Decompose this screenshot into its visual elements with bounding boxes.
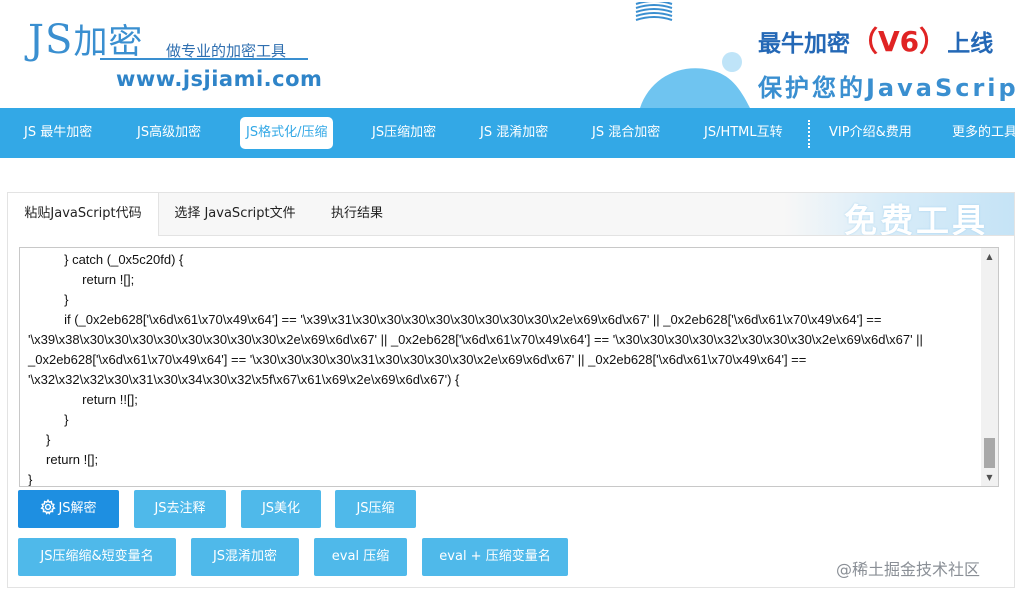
scroll-down-arrow-icon[interactable]: ▼: [981, 469, 998, 486]
code-line: '\x32\x32\x32\x30\x31\x30\x34\x30\x32\x5…: [28, 372, 460, 387]
tab-bar: 粘贴JavaScript代码 选择 JavaScript文件 执行结果 免费工具: [8, 193, 1014, 236]
nav-item-format-compress[interactable]: JS格式化/压缩: [240, 117, 334, 149]
tool-panel: 粘贴JavaScript代码 选择 JavaScript文件 执行结果 免费工具…: [7, 192, 1015, 588]
code-line: if (_0x2eb628['\x6d\x61\x70\x49\x64'] ==…: [28, 312, 882, 327]
nav-item-best-encrypt[interactable]: JS 最牛加密: [18, 117, 98, 149]
tab-result[interactable]: 执行结果: [312, 193, 402, 235]
js-compress-short-vars-button[interactable]: JS压缩缩&短变量名: [18, 538, 176, 576]
js-obfuscate-encrypt-button[interactable]: JS混淆加密: [191, 538, 299, 576]
banner-headline-suffix: 上线: [947, 31, 994, 57]
eval-compress-vars-button[interactable]: eval + 压缩变量名: [422, 538, 568, 576]
site-url: www.jsjiami.com: [116, 67, 323, 91]
nav-item-advanced-encrypt[interactable]: JS高级加密: [131, 117, 207, 149]
code-line: }: [28, 412, 69, 427]
nav-item-more-tools[interactable]: 更多的工具: [946, 117, 1015, 149]
scroll-thumb[interactable]: [984, 438, 995, 468]
code-input[interactable]: } catch (_0x5c20fd) { return ![]; } if (…: [19, 247, 999, 487]
code-line: return ![];: [28, 452, 99, 467]
banner-stripes-decoration: [635, 2, 673, 21]
page: JS加密 做专业的加密工具 www.jsjiami.com 最牛加密（V6）上线…: [0, 0, 1015, 595]
js-remove-comments-button[interactable]: JS去注释: [134, 490, 226, 528]
nav-separator: [808, 120, 810, 148]
code-text[interactable]: } catch (_0x5c20fd) { return ![]; } if (…: [20, 248, 978, 486]
banner-wave-decoration: [640, 52, 750, 108]
tab-paste-code[interactable]: 粘贴JavaScript代码: [8, 193, 159, 236]
banner-headline: 最牛加密（V6）上线: [758, 20, 993, 60]
js-decrypt-button[interactable]: JS解密: [18, 490, 119, 528]
gear-icon: [40, 499, 57, 515]
tab-select-file[interactable]: 选择 JavaScript文件: [160, 193, 310, 235]
code-line: }: [28, 432, 51, 447]
js-compress-button[interactable]: JS压缩: [335, 490, 416, 528]
code-scrollbar[interactable]: ▲ ▼: [981, 248, 998, 486]
banner-paren-open: （: [850, 25, 879, 58]
free-tools-text: 免费工具: [844, 201, 988, 235]
scroll-up-arrow-icon[interactable]: ▲: [981, 248, 998, 265]
code-line: return ![];: [28, 272, 135, 287]
code-line: }: [28, 292, 69, 307]
site-logo[interactable]: JS加密: [28, 14, 143, 63]
nav-item-vip[interactable]: VIP介绍&费用: [823, 117, 918, 149]
code-line: '\x39\x38\x30\x30\x30\x30\x30\x30\x30\x3…: [28, 332, 923, 347]
nav-item-mixed-encrypt[interactable]: JS 混合加密: [586, 117, 666, 149]
nav-item-js-html-convert[interactable]: JS/HTML互转: [698, 117, 789, 149]
free-tools-banner: 免费工具: [784, 193, 1014, 235]
main-nav: JS 最牛加密 JS高级加密 JS格式化/压缩 JS压缩加密 JS 混淆加密 J…: [0, 108, 1015, 158]
code-line: } catch (_0x5c20fd) {: [28, 252, 184, 267]
banner-headline-text: 最牛加密: [758, 31, 850, 57]
banner-subheadline: 保护您的JavaScript: [758, 74, 1015, 102]
logo-cn-text: 加密: [73, 22, 144, 62]
logo-js-text: JS: [28, 17, 74, 63]
nav-item-compress-encrypt[interactable]: JS压缩加密: [366, 117, 442, 149]
banner-paren-close: ）: [919, 25, 948, 58]
banner-version: V6: [878, 25, 920, 58]
watermark: @稀土掘金技术社区: [836, 560, 981, 579]
code-line: return !![];: [28, 392, 138, 407]
js-decrypt-label: JS解密: [58, 501, 97, 516]
eval-compress-button[interactable]: eval 压缩: [314, 538, 407, 576]
nav-item-obfuscate-encrypt[interactable]: JS 混淆加密: [474, 117, 554, 149]
code-line: _0x2eb628['\x6d\x61\x70\x49\x64'] == '\x…: [28, 352, 807, 367]
js-beautify-button[interactable]: JS美化: [241, 490, 321, 528]
code-line: }: [28, 472, 33, 486]
logo-underline: [100, 58, 308, 60]
site-header: JS加密 做专业的加密工具 www.jsjiami.com 最牛加密（V6）上线…: [0, 0, 1015, 108]
